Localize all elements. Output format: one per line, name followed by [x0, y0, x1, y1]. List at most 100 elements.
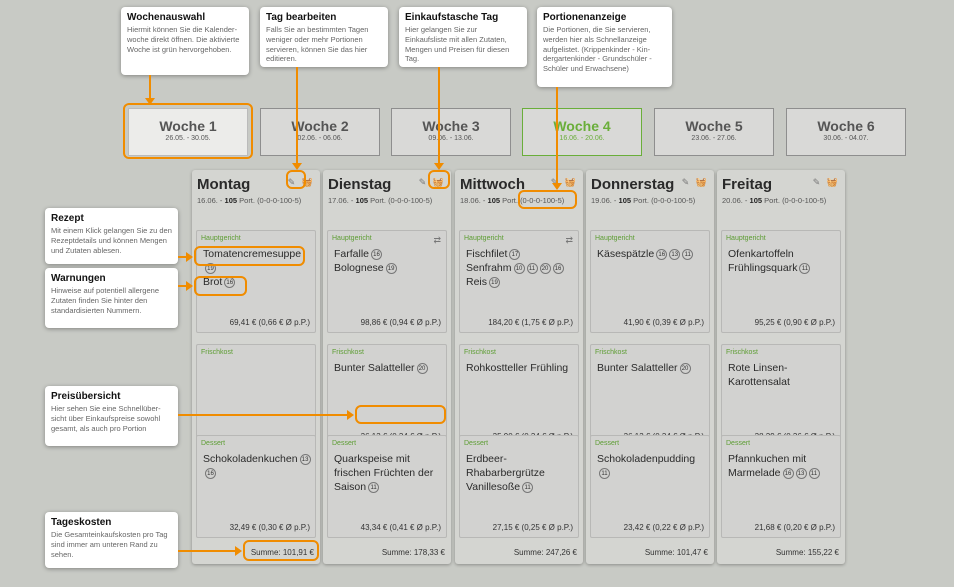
highlight-portions: [518, 190, 577, 209]
arrow-head: [552, 183, 562, 190]
meal-card[interactable]: Hauptgericht Käsespätzle 16 13 11 41,90 € (0,…: [590, 230, 710, 333]
recipe-item[interactable]: Rote Linsen-Karottensalat: [728, 361, 836, 389]
recipe-item[interactable]: Schokoladenkuchen 13 16: [203, 452, 311, 480]
swap-icon[interactable]: ⇄: [433, 235, 441, 246]
day-name: Dienstag: [328, 176, 392, 193]
allergen-badge: 13: [669, 249, 681, 260]
arrow-line: [556, 87, 558, 184]
day-column-montag: Montag ✎ 🧺 16.06. - 105 Port. (0-0-0-100-5…: [192, 170, 320, 564]
allergen-badge: 20: [679, 363, 691, 374]
arrow-head: [347, 410, 354, 420]
recipe-item[interactable]: Senfrahm 10 11 20 16: [466, 261, 574, 275]
week-6-button[interactable]: Woche 6 30.06. - 04.07.: [786, 108, 906, 156]
allergen-badge: 17: [509, 249, 521, 260]
meal-category: Hauptgericht: [464, 235, 504, 242]
recipe-item[interactable]: Quarkspeise mit frischen Früchten der Sa…: [334, 452, 442, 494]
allergen-badge: 16: [552, 263, 564, 274]
portion-count: 105: [487, 196, 501, 205]
meal-card[interactable]: Hauptgericht Ofenkartoffeln Frühlingsquark…: [721, 230, 841, 333]
meal-card[interactable]: Dessert Schokoladenkuchen 13 16 32,49 € (0,3…: [196, 435, 316, 538]
allergen-badge: 11: [522, 482, 534, 493]
meal-card[interactable]: Dessert Pfannkuchen mit Marmelade 16 13 11 21…: [721, 435, 841, 538]
recipe-item[interactable]: Vanillesoße 11: [466, 480, 574, 494]
allergen-badge: 11: [368, 482, 380, 493]
meal-category: Dessert: [595, 440, 620, 447]
recipe-name: Bolognese: [334, 262, 384, 274]
arrow-head: [186, 252, 193, 262]
recipe-item[interactable]: Pfannkuchen mit Marmelade 16 13 11: [728, 452, 836, 480]
recipe-item[interactable]: Rohkostteller Frühling: [466, 361, 574, 375]
allergen-badge: 16: [371, 249, 383, 260]
meal-card[interactable]: Hauptgericht ⇄ Fischfilet 17 Senfrahm 10 11 20 1…: [459, 230, 579, 333]
recipe-name: Pfannkuchen mit Marmelade: [728, 453, 807, 479]
day-column-mittwoch: Mittwoch ✎ 🧺 18.06. - 105 Port. (0-0-0-100…: [455, 170, 583, 564]
recipe-item[interactable]: Käsespätzle 16 13 11: [597, 247, 705, 261]
meal-card[interactable]: Frischkost: [196, 344, 316, 447]
meal-card[interactable]: Hauptgericht ⇄ Farfalle 16 Bolognese 19 98,86 …: [327, 230, 447, 333]
meal-items: Rote Linsen-Karottensalat: [728, 361, 836, 389]
tooltip-warnungen: Warnungen Hinweise auf potentiell allerge…: [45, 268, 178, 328]
allergen-badge: 16: [782, 468, 794, 479]
meal-items: Fischfilet 17 Senfrahm 10 11 20 16 Reis 19: [466, 247, 574, 289]
meal-card[interactable]: Dessert Schokoladenpudding 11 23,42 € (0,22…: [590, 435, 710, 538]
allergen-badge: 19: [489, 277, 501, 288]
meal-card[interactable]: FrischkostBunter Salatteller2036,13 € (0…: [327, 344, 447, 447]
allergen-badge: 13: [299, 454, 311, 465]
allergen-badge: 11: [526, 263, 538, 274]
week-2-button[interactable]: Woche 2 02.06. - 06.06.: [260, 108, 380, 156]
arrow-head: [292, 163, 302, 170]
meal-items: Ofenkartoffeln Frühlingsquark 11: [728, 247, 836, 275]
recipe-item[interactable]: Farfalle 16: [334, 247, 442, 261]
meal-price: 23,42 € (0,22 € Ø p.P.): [623, 523, 704, 532]
arrow-head: [186, 281, 193, 291]
meal-items: Pfannkuchen mit Marmelade 16 13 11: [728, 452, 836, 480]
recipe-item[interactable]: Frühlingsquark 11: [728, 261, 836, 275]
week-4-button[interactable]: Woche 4 16.06. - 20.06.: [522, 108, 642, 156]
highlight-price: [355, 405, 446, 424]
meal-category: Frischkost: [332, 349, 364, 356]
week-3-button[interactable]: Woche 3 09.06. - 13.06.: [391, 108, 511, 156]
meal-items: Rohkostteller Frühling: [466, 361, 574, 375]
day-column-freitag: Freitag ✎ 🧺 20.06. - 105 Port. (0-0-0-100-…: [717, 170, 845, 564]
meal-category: Hauptgericht: [332, 235, 372, 242]
recipe-item[interactable]: Bunter Salatteller 20: [597, 361, 705, 375]
meal-card[interactable]: Dessert Erdbeer-Rhabarbergrütze Vanillesoß…: [459, 435, 579, 538]
recipe-item[interactable]: Reis 19: [466, 275, 574, 289]
week-5-button[interactable]: Woche 5 23.06. - 27.06.: [654, 108, 774, 156]
highlight-recipe: [194, 246, 305, 266]
day-actions[interactable]: ✎ 🧺: [813, 177, 840, 188]
recipe-name: Senfrahm: [466, 262, 512, 274]
day-sum: Summe: 155,22 €: [775, 548, 839, 557]
day-actions[interactable]: ✎ 🧺: [682, 177, 709, 188]
meal-category: Dessert: [201, 440, 226, 447]
meal-card[interactable]: FrischkostRote Linsen-Karottensalat38,29…: [721, 344, 841, 447]
recipe-item[interactable]: Schokoladenpudding 11: [597, 452, 705, 480]
recipe-item[interactable]: Bolognese 19: [334, 261, 442, 275]
recipe-item[interactable]: Fischfilet 17: [466, 247, 574, 261]
recipe-name: Quarkspeise mit frischen Früchten der Sa…: [334, 453, 434, 493]
meal-card[interactable]: FrischkostBunter Salatteller2036,13 € (0…: [590, 344, 710, 447]
recipe-item[interactable]: Ofenkartoffeln: [728, 247, 836, 261]
meal-card[interactable]: FrischkostRohkostteller Frühling35,90 € …: [459, 344, 579, 447]
meal-price: 32,49 € (0,30 € Ø p.P.): [229, 523, 310, 532]
highlight-shopping-bag: [428, 170, 450, 189]
recipe-name: Bunter Salatteller: [597, 362, 678, 374]
meal-items: Bunter Salatteller 20: [334, 361, 442, 375]
portion-count: 105: [224, 196, 238, 205]
recipe-name: Schokoladenkuchen: [203, 453, 298, 465]
day-portion-info: 20.06. - 105 Port. (0-0-0-100-5): [722, 196, 826, 205]
recipe-name: Farfalle: [334, 248, 370, 260]
arrow-line: [296, 67, 298, 164]
meal-category: Dessert: [726, 440, 751, 447]
day-sum: Summe: 178,33 €: [381, 548, 445, 557]
portion-count: 105: [355, 196, 369, 205]
meal-price: 27,15 € (0,25 € Ø p.P.): [492, 523, 573, 532]
swap-icon[interactable]: ⇄: [565, 235, 573, 246]
recipe-item[interactable]: Erdbeer-Rhabarbergrütze: [466, 452, 574, 480]
arrow-line: [438, 67, 440, 164]
meal-card[interactable]: Dessert Quarkspeise mit frischen Früchten…: [327, 435, 447, 538]
recipe-item[interactable]: Bunter Salatteller 20: [334, 361, 442, 375]
meal-price: 69,41 € (0,66 € Ø p.P.): [229, 318, 310, 327]
allergen-badge: 11: [799, 263, 811, 274]
recipe-name: Bunter Salatteller: [334, 362, 415, 374]
